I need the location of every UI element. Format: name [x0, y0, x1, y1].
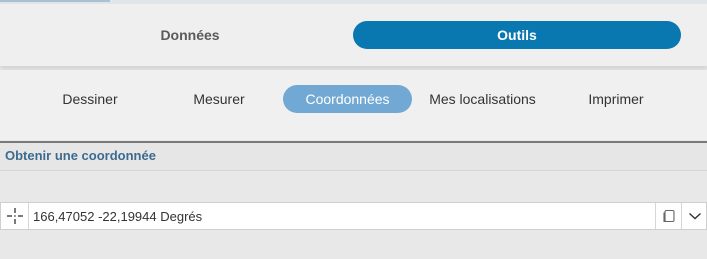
- coordinate-value: 166,47052 -22,19944 Degrés: [33, 209, 203, 224]
- tool-tab-bar: Dessiner Mesurer Coordonnées Mes localis…: [0, 70, 707, 140]
- crosshair-icon: [6, 208, 23, 224]
- crosshair-button[interactable]: [1, 203, 29, 229]
- section-title: Obtenir une coordonnée: [5, 148, 156, 163]
- tab-mes-localisations[interactable]: Mes localisations: [420, 85, 545, 113]
- section-header: Obtenir une coordonnée: [0, 143, 707, 171]
- tab-coordonnees[interactable]: Coordonnées: [283, 85, 412, 113]
- tab-imprimer[interactable]: Imprimer: [566, 85, 666, 113]
- top-strip-accent: [0, 0, 110, 2]
- copy-button[interactable]: [655, 203, 682, 229]
- tab-outils[interactable]: Outils: [353, 21, 681, 49]
- copy-icon: [663, 209, 675, 223]
- tab-mesurer[interactable]: Mesurer: [169, 85, 269, 113]
- tab-dessiner[interactable]: Dessiner: [40, 85, 140, 113]
- tab-donnees[interactable]: Données: [30, 21, 350, 49]
- coordinate-bar: 166,47052 -22,19944 Degrés: [0, 202, 707, 230]
- format-dropdown-button[interactable]: [681, 203, 707, 229]
- main-tab-bar: Données Outils: [0, 4, 707, 66]
- chevron-down-icon: [688, 212, 701, 220]
